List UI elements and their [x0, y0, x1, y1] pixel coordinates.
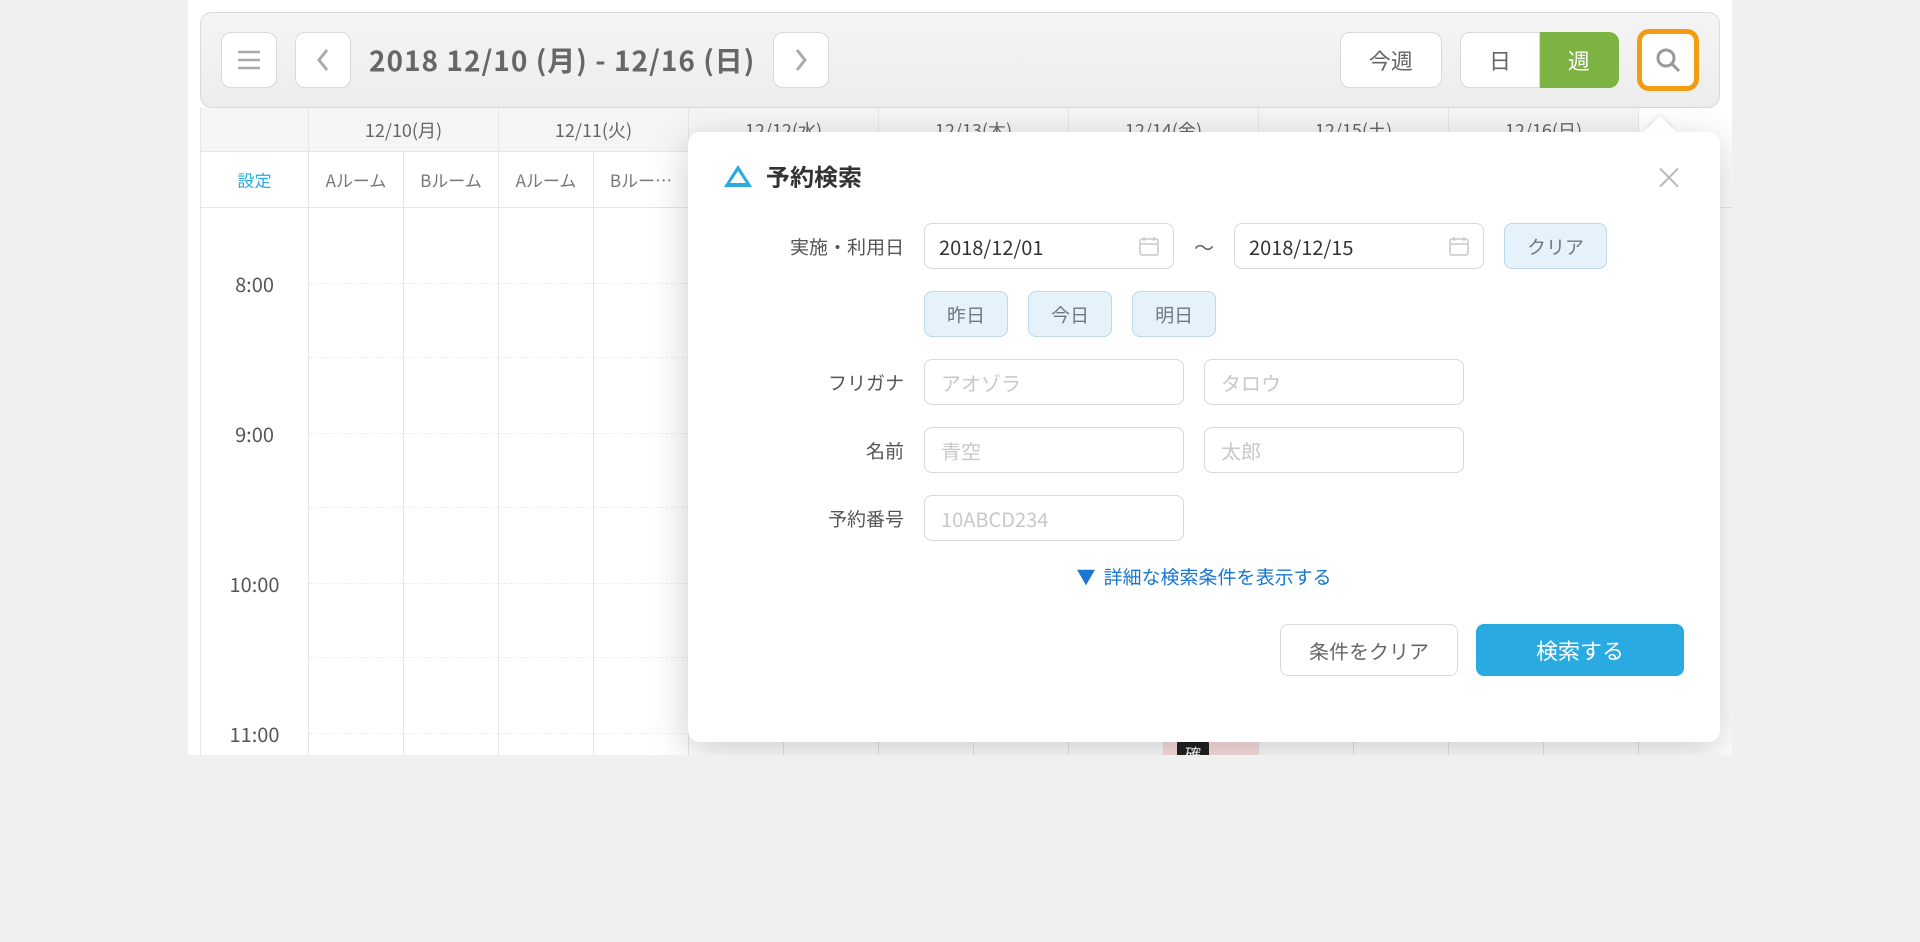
date-to-input[interactable]: 2018/12/15	[1234, 223, 1484, 269]
this-week-button[interactable]: 今週	[1340, 32, 1442, 88]
label-name: 名前	[724, 437, 904, 464]
row-date: 実施・利用日 2018/12/01 〜 2018/12/15 クリア	[724, 223, 1684, 269]
clear-date-chip[interactable]: クリア	[1504, 223, 1607, 269]
label-date: 実施・利用日	[724, 233, 904, 260]
close-button[interactable]: ×	[1654, 161, 1684, 191]
booking-number-field[interactable]	[939, 503, 1169, 534]
name-first-field[interactable]	[1219, 435, 1449, 466]
booking-status-badge[interactable]: 確	[1177, 740, 1209, 755]
date-from-input[interactable]: 2018/12/01	[924, 223, 1174, 269]
furigana-last-field[interactable]	[939, 367, 1169, 398]
today-chip[interactable]: 今日	[1028, 291, 1112, 337]
room-header: Aルーム	[309, 152, 404, 208]
next-week-button[interactable]	[773, 32, 829, 88]
room-header: Aルーム	[499, 152, 594, 208]
row-quick-dates: 昨日 今日 明日	[724, 291, 1684, 337]
name-first-input[interactable]	[1204, 427, 1464, 473]
calendar-icon	[1139, 236, 1159, 256]
search-popover: 予約検索 × 実施・利用日 2018/12/01 〜 2018/12/15	[688, 132, 1720, 742]
day-view-button[interactable]: 日	[1460, 32, 1540, 88]
chevron-right-icon	[793, 48, 809, 72]
date-to-value: 2018/12/15	[1249, 232, 1353, 261]
search-button[interactable]	[1637, 29, 1699, 91]
advanced-label: 詳細な検索条件を表示する	[1104, 563, 1332, 590]
cal-head-blank	[201, 108, 309, 152]
view-toggle: 日 週	[1460, 32, 1619, 88]
chevron-left-icon	[315, 48, 331, 72]
furigana-last-input[interactable]	[924, 359, 1184, 405]
hour-label: 10:00	[201, 508, 309, 658]
date-range-title: 2018 12/10 (月) - 12/16 (日)	[369, 40, 755, 80]
prev-week-button[interactable]	[295, 32, 351, 88]
advanced-search-toggle[interactable]: ▼ 詳細な検索条件を表示する	[724, 563, 1684, 590]
furigana-first-field[interactable]	[1219, 367, 1449, 398]
label-number: 予約番号	[724, 505, 904, 532]
tomorrow-chip[interactable]: 明日	[1132, 291, 1216, 337]
cal-day: 12/11(火)	[499, 108, 689, 152]
room-header: Bルー…	[594, 152, 689, 208]
search-submit-button[interactable]: 検索する	[1476, 624, 1684, 676]
hour-label: 8:00	[201, 208, 309, 358]
row-furigana: フリガナ	[724, 359, 1684, 405]
label-furigana: フリガナ	[724, 369, 904, 396]
clear-conditions-button[interactable]: 条件をクリア	[1280, 624, 1458, 676]
name-last-input[interactable]	[924, 427, 1184, 473]
calendar-icon	[1449, 236, 1469, 256]
logo-icon	[724, 165, 752, 187]
row-name: 名前	[724, 427, 1684, 473]
hour-label: 11:00	[201, 658, 309, 755]
popover-arrow	[1644, 116, 1676, 132]
booking-number-input[interactable]	[924, 495, 1184, 541]
search-icon	[1654, 46, 1682, 74]
popover-header: 予約検索 ×	[724, 158, 1684, 193]
yesterday-chip[interactable]: 昨日	[924, 291, 1008, 337]
date-from-value: 2018/12/01	[939, 232, 1043, 261]
menu-button[interactable]	[221, 32, 277, 88]
week-view-button[interactable]: 週	[1540, 32, 1619, 88]
date-range-tilde: 〜	[1194, 232, 1214, 261]
triangle-down-icon: ▼	[1076, 563, 1095, 590]
settings-link[interactable]: 設定	[201, 152, 309, 208]
cal-day: 12/10(月)	[309, 108, 499, 152]
toolbar: 2018 12/10 (月) - 12/16 (日) 今週 日 週	[200, 12, 1720, 108]
close-icon: ×	[1654, 154, 1684, 198]
popover-footer: 条件をクリア 検索する	[724, 624, 1684, 676]
menu-icon	[237, 50, 261, 70]
room-header: Bルーム	[404, 152, 499, 208]
row-number: 予約番号	[724, 495, 1684, 541]
popover-title: 予約検索	[766, 158, 862, 193]
hour-label: 9:00	[201, 358, 309, 508]
furigana-first-input[interactable]	[1204, 359, 1464, 405]
search-form: 実施・利用日 2018/12/01 〜 2018/12/15 クリア	[724, 223, 1684, 676]
name-last-field[interactable]	[939, 435, 1169, 466]
